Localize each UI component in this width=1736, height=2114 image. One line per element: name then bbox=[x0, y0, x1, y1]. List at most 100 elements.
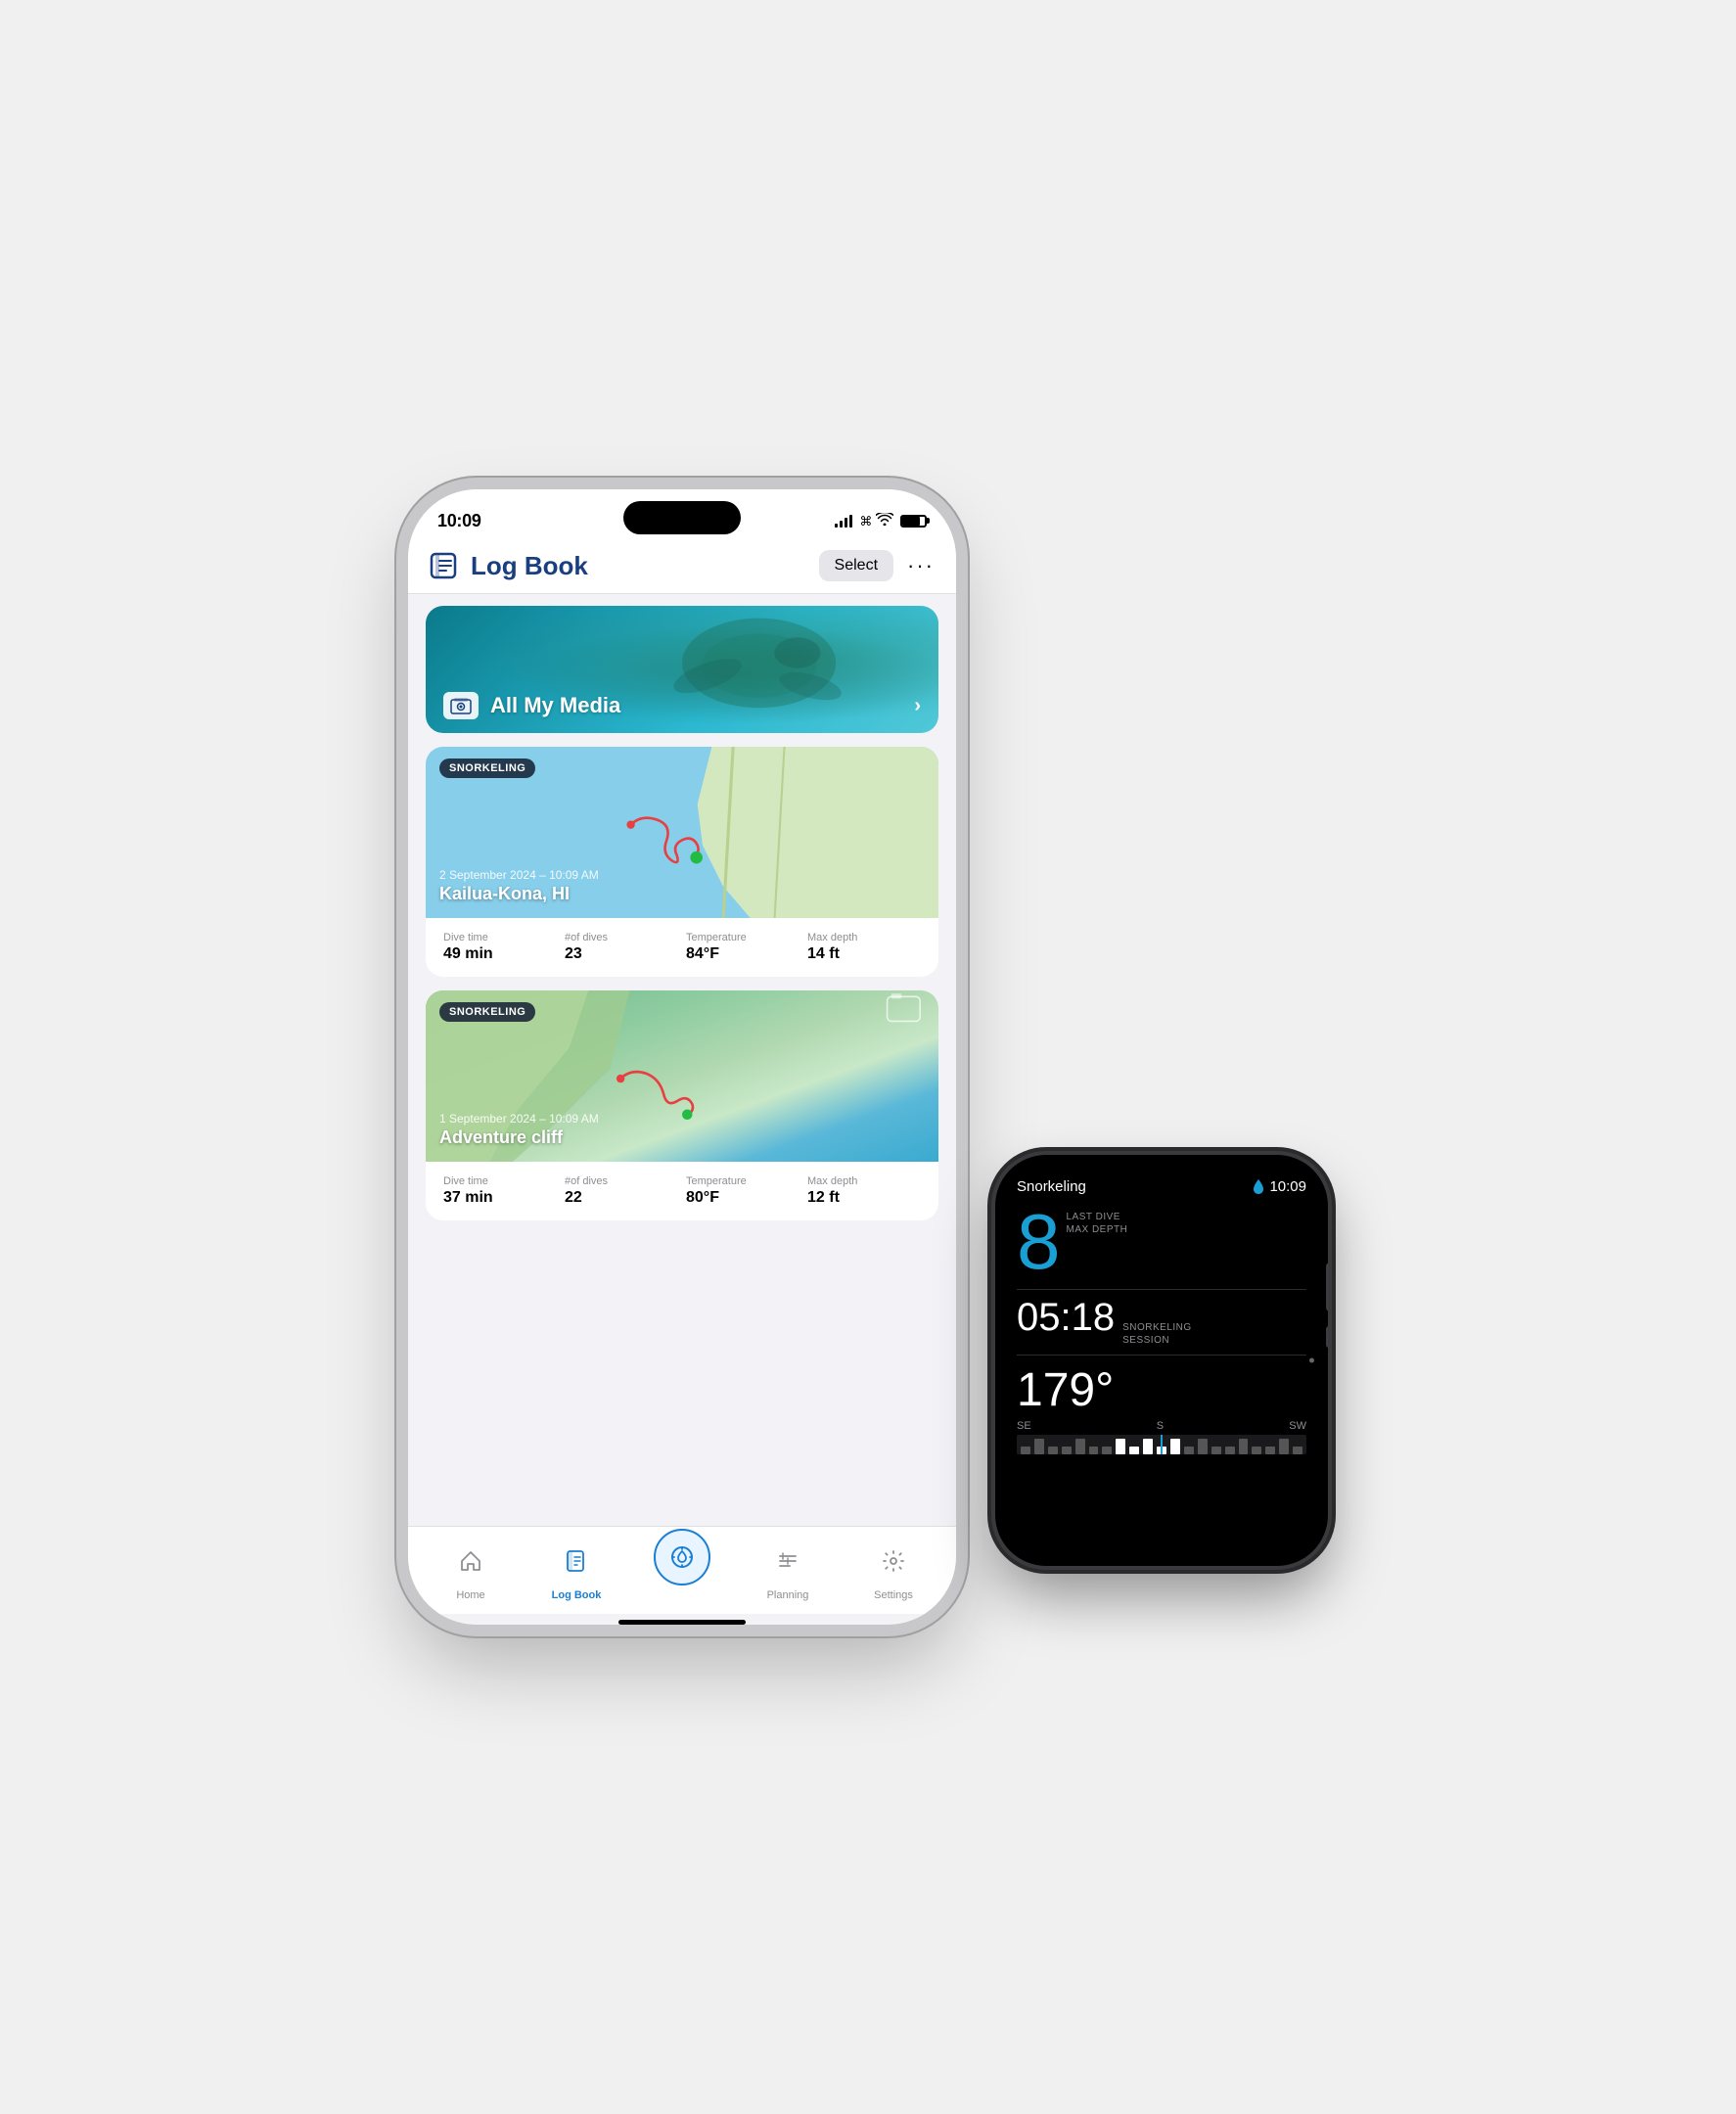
watch-session-label: SNORKELING SESSION bbox=[1122, 1321, 1192, 1347]
map-date-2: 1 September 2024 – 10:09 AM bbox=[439, 1112, 599, 1126]
tab-home-icon-wrap bbox=[446, 1537, 495, 1586]
stat-value-dives-1: 23 bbox=[565, 945, 678, 963]
stat-dives-2: #of dives 22 bbox=[565, 1175, 678, 1207]
watch-screen: Snorkeling 10:09 8 LAST DIVE MAX DEPTH bbox=[995, 1155, 1328, 1566]
watch-time-group: 10:09 bbox=[1253, 1178, 1306, 1195]
status-time: 10:09 bbox=[437, 511, 481, 531]
stat-label-dive-time-1: Dive time bbox=[443, 932, 557, 943]
watch-heading: 179° bbox=[1017, 1364, 1114, 1416]
media-card-left: All My Media bbox=[443, 692, 620, 719]
watch-side-button[interactable] bbox=[1326, 1326, 1328, 1348]
log-card-map-1: SNORKELING 2 September 2024 – 10:09 AM K… bbox=[426, 747, 938, 918]
nav-title-group: Log Book bbox=[430, 551, 588, 581]
watch-time: 10:09 bbox=[1269, 1178, 1306, 1195]
watch-max-depth-num: 8 bbox=[1017, 1203, 1061, 1281]
stat-temp-1: Temperature 84°F bbox=[686, 932, 799, 963]
tab-center-icon-wrap bbox=[654, 1529, 710, 1586]
tab-planning[interactable]: Planning bbox=[754, 1537, 822, 1601]
stat-label-dives-1: #of dives bbox=[565, 932, 678, 943]
content-area: All My Media › bbox=[408, 594, 956, 1526]
stat-value-dives-2: 22 bbox=[565, 1189, 678, 1207]
snorkeling-badge-2: SNORKELING bbox=[439, 1002, 535, 1022]
page-title: Log Book bbox=[471, 551, 588, 581]
snorkeling-badge-1: SNORKELING bbox=[439, 758, 535, 778]
stat-label-temp-2: Temperature bbox=[686, 1175, 799, 1187]
watch-depth-label: LAST DIVE MAX DEPTH bbox=[1067, 1211, 1128, 1236]
planning-icon bbox=[776, 1549, 799, 1573]
log-card-map-2: SNORKELING 1 September 2024 – 10:09 AM A… bbox=[426, 990, 938, 1162]
stat-value-depth-2: 12 ft bbox=[807, 1189, 921, 1207]
tab-home-label: Home bbox=[456, 1589, 484, 1601]
stat-value-dive-time-1: 49 min bbox=[443, 945, 557, 963]
nav-actions: Select ··· bbox=[819, 550, 935, 581]
select-button[interactable]: Select bbox=[819, 550, 893, 581]
watch-session-row: 05:18 SNORKELING SESSION bbox=[1017, 1298, 1306, 1347]
tab-logbook-icon-wrap bbox=[552, 1537, 601, 1586]
iphone-device: 10:09 ⌘ bbox=[408, 489, 956, 1625]
stat-label-dives-2: #of dives bbox=[565, 1175, 678, 1187]
stat-value-depth-1: 14 ft bbox=[807, 945, 921, 963]
watch-snorkeling-label: SNORKELING bbox=[1122, 1321, 1192, 1334]
stat-value-dive-time-2: 37 min bbox=[443, 1189, 557, 1207]
map-location-2: Adventure cliff bbox=[439, 1127, 599, 1148]
log-card-2[interactable]: SNORKELING 1 September 2024 – 10:09 AM A… bbox=[426, 990, 938, 1220]
media-icon bbox=[443, 692, 479, 719]
map-date-1: 2 September 2024 – 10:09 AM bbox=[439, 868, 599, 882]
map-overlay-2: 1 September 2024 – 10:09 AM Adventure cl… bbox=[439, 1112, 599, 1148]
tab-planning-icon-wrap bbox=[763, 1537, 812, 1586]
logbook-tab-icon bbox=[565, 1549, 588, 1573]
stat-dive-time-1: Dive time 49 min bbox=[443, 932, 557, 963]
tab-center[interactable]: · bbox=[648, 1529, 716, 1601]
map-overlay-1: 2 September 2024 – 10:09 AM Kailua-Kona,… bbox=[439, 868, 599, 904]
wifi-icon: ⌘ bbox=[859, 513, 893, 529]
stat-label-depth-1: Max depth bbox=[807, 932, 921, 943]
watch-header: Snorkeling 10:09 bbox=[1017, 1178, 1306, 1195]
compass-label-s: S bbox=[1157, 1420, 1164, 1432]
stat-depth-1: Max depth 14 ft bbox=[807, 932, 921, 963]
compass-bar bbox=[1017, 1435, 1306, 1454]
stat-temp-2: Temperature 80°F bbox=[686, 1175, 799, 1207]
dynamic-island bbox=[623, 501, 741, 534]
compass-labels: SE S SW bbox=[1017, 1420, 1306, 1432]
signal-icon bbox=[835, 515, 852, 528]
stat-depth-2: Max depth 12 ft bbox=[807, 1175, 921, 1207]
tab-settings-label: Settings bbox=[874, 1589, 913, 1601]
stat-value-temp-2: 80°F bbox=[686, 1189, 799, 1207]
home-icon bbox=[459, 1549, 482, 1573]
settings-icon bbox=[882, 1549, 905, 1573]
watch-divider-1 bbox=[1017, 1289, 1306, 1290]
tab-settings-icon-wrap bbox=[869, 1537, 918, 1586]
watch-last-dive-label: LAST DIVE bbox=[1067, 1211, 1128, 1223]
media-card[interactable]: All My Media › bbox=[426, 606, 938, 733]
stat-label-temp-1: Temperature bbox=[686, 932, 799, 943]
media-title: All My Media bbox=[490, 693, 620, 718]
stat-label-depth-2: Max depth bbox=[807, 1175, 921, 1187]
dive-center-icon bbox=[668, 1543, 696, 1571]
watch-session-time: 05:18 bbox=[1017, 1298, 1115, 1337]
chevron-right-icon: › bbox=[914, 695, 921, 717]
home-bar bbox=[618, 1620, 746, 1625]
logbook-icon bbox=[430, 552, 461, 579]
tab-home[interactable]: Home bbox=[436, 1537, 505, 1601]
watch-max-depth-label: MAX DEPTH bbox=[1067, 1223, 1128, 1236]
watch-divider-2 bbox=[1017, 1355, 1306, 1356]
watch-menu-dots bbox=[1309, 1358, 1314, 1363]
stat-value-temp-1: 84°F bbox=[686, 945, 799, 963]
apple-watch: Snorkeling 10:09 8 LAST DIVE MAX DEPTH bbox=[995, 1155, 1328, 1566]
log-card-stats-1: Dive time 49 min #of dives 23 Temperatur… bbox=[426, 918, 938, 977]
tab-logbook[interactable]: Log Book bbox=[542, 1537, 611, 1601]
watch-session-label-2: SESSION bbox=[1122, 1334, 1192, 1347]
stat-dive-time-2: Dive time 37 min bbox=[443, 1175, 557, 1207]
more-button[interactable]: ··· bbox=[907, 553, 935, 578]
log-card-stats-2: Dive time 37 min #of dives 22 Temperatur… bbox=[426, 1162, 938, 1220]
stat-label-dive-time-2: Dive time bbox=[443, 1175, 557, 1187]
compass-bar-wrap: SE S SW bbox=[1017, 1420, 1306, 1454]
scene: 10:09 ⌘ bbox=[408, 489, 1328, 1625]
tab-settings[interactable]: Settings bbox=[859, 1537, 928, 1601]
log-card-1[interactable]: SNORKELING 2 September 2024 – 10:09 AM K… bbox=[426, 747, 938, 977]
watch-crown[interactable] bbox=[1326, 1263, 1328, 1311]
media-card-content: All My Media › bbox=[426, 678, 938, 733]
tab-logbook-label: Log Book bbox=[552, 1589, 602, 1601]
compass-label-se: SE bbox=[1017, 1420, 1031, 1432]
map-location-1: Kailua-Kona, HI bbox=[439, 884, 599, 904]
